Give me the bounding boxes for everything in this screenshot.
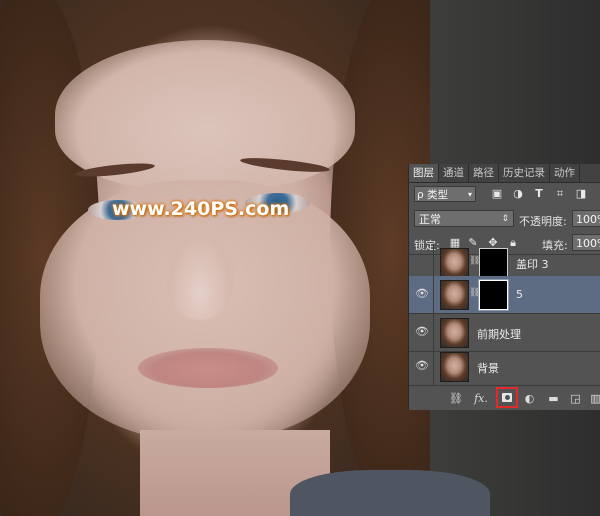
filter-row: ρ 类型 ▾ ▣ ◑ T ⌗ ◨ [409,183,600,207]
smart-object-filter-icon[interactable]: ◨ [575,188,587,200]
group-folder-icon[interactable]: ▬ [547,392,560,405]
add-mask-button[interactable] [496,387,518,408]
blend-mode-value: 正常 [419,213,441,226]
eye-icon: 👁︎ [415,287,429,300]
eye-icon: 👁︎ [415,359,429,372]
layer-kind-filter-select[interactable]: ρ 类型 ▾ [414,186,476,202]
eye-icon: 👁︎ [415,325,429,338]
layer-thumbnail [440,318,469,348]
panel-tabs: 图层 通道 路径 历史记录 动作 [409,164,600,183]
image-filter-icon[interactable]: ▣ [491,188,503,200]
type-filter-icon[interactable]: T [533,188,545,200]
link-layers-icon[interactable]: ⛓ [449,392,463,405]
opacity-input[interactable]: 100% [572,210,600,227]
layer-thumbnail [440,352,469,382]
watermark-text: www.240PS.com [112,198,290,220]
layer-row-5[interactable]: 👁︎ ⛓ 5 [409,276,600,314]
filter-label: ρ 类型 [417,189,449,201]
tab-actions[interactable]: 动作 [550,164,580,182]
opacity-label: 不透明度: [519,215,567,228]
chevron-updown-icon: ⇕ [501,214,509,224]
lips [138,348,278,388]
add-mask-icon [502,393,512,402]
visibility-toggle[interactable]: 👁︎ [409,314,434,351]
shape-filter-icon[interactable]: ⌗ [554,188,566,200]
tab-layers[interactable]: 图层 [409,164,439,182]
tab-channels[interactable]: 通道 [439,164,469,182]
visibility-toggle[interactable]: 👁︎ [409,276,434,313]
blend-row: 正常 ⇕ 不透明度: 100% [409,208,600,230]
layer-thumbnail [440,248,469,278]
layer-name: 5 [516,288,523,301]
layer-mask-thumbnail[interactable] [478,279,509,311]
tab-history[interactable]: 历史记录 [499,164,550,182]
fx-icon[interactable]: fx. [471,392,491,405]
layer-mask-thumbnail[interactable] [479,248,508,278]
adjustment-layer-icon[interactable]: ◐ [523,392,536,405]
visibility-toggle[interactable]: 👁︎ [409,348,434,385]
tab-paths[interactable]: 路径 [469,164,499,182]
adjustment-filter-icon[interactable]: ◑ [512,188,524,200]
link-icon: ⛓ [469,288,481,298]
link-icon: ⛓ [469,256,481,266]
layer-thumbnail [440,280,469,310]
layer-row-background[interactable]: 👁︎ 背景 [409,348,600,386]
layer-name: 盖印 3 [516,258,549,271]
layer-row-preprocess[interactable]: 👁︎ 前期处理 [409,314,600,352]
layers-panel: 图层 通道 路径 历史记录 动作 ρ 类型 ▾ ▣ ◑ T ⌗ ◨ 正常 ⇕ 不透明… [408,164,600,410]
layer-name: 前期处理 [477,328,521,341]
layer-name: 背景 [477,362,499,375]
new-layer-icon[interactable]: ◲ [569,392,582,405]
trash-icon[interactable]: ▥ [589,392,600,405]
nose [165,230,235,320]
chevron-down-icon: ▾ [467,190,472,199]
panel-bottom-bar: ⛓ fx. ◐ ▬ ◲ ▥ [409,385,600,410]
blend-mode-select[interactable]: 正常 ⇕ [414,210,514,227]
shoulder [290,470,490,516]
